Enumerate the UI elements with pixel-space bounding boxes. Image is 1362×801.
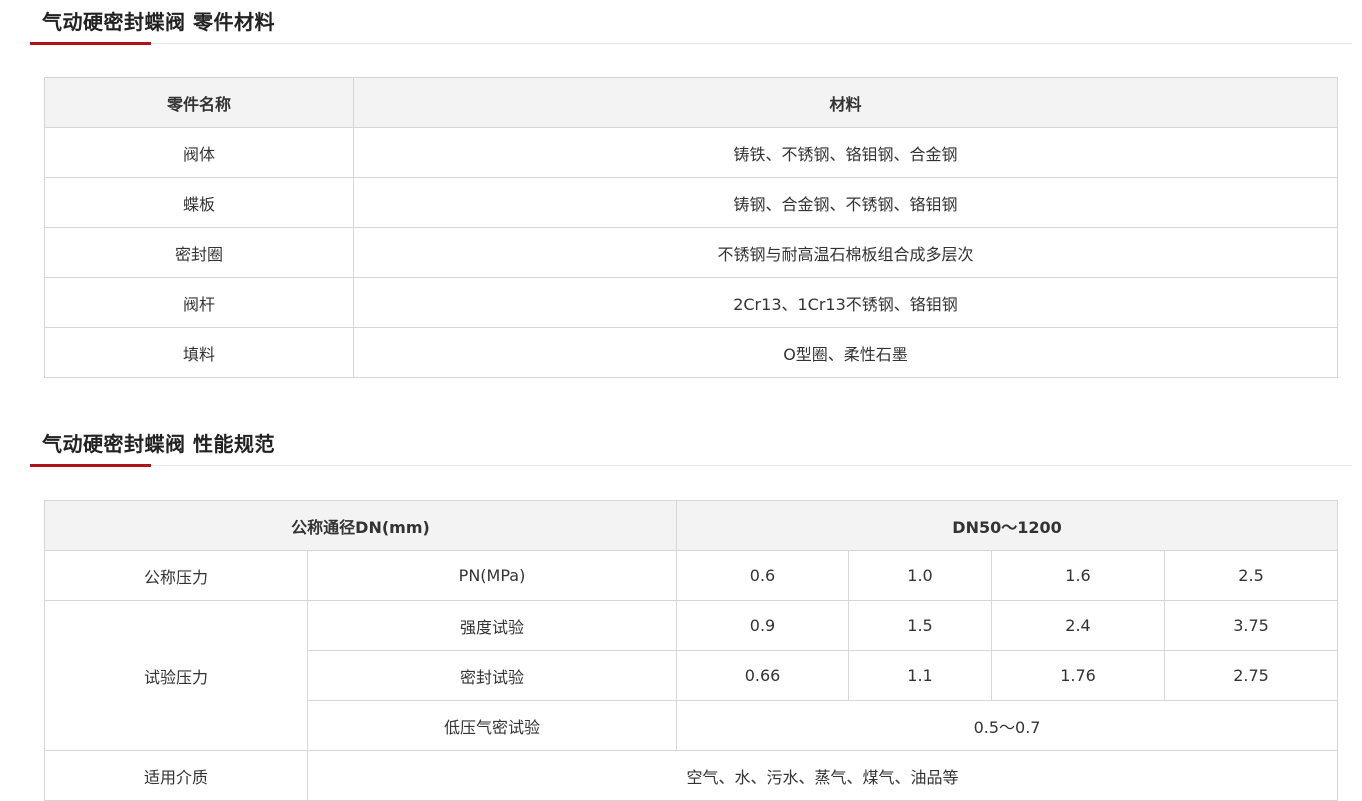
strength-value: 1.5 [848,600,992,651]
pn-value: 1.6 [991,550,1165,601]
medium-label: 适用介质 [44,750,308,801]
column-header-material: 材料 [353,77,1338,128]
section-title-performance: 气动硬密封蝶阀 性能规范 [42,432,275,456]
seal-value: 2.75 [1163,650,1339,701]
diameter-range-header: DN50～1200 [675,500,1339,551]
table-row: 公称压力 PN(MPa) 0.6 1.0 1.6 2.5 [44,550,1339,601]
table-row: 蝶板 铸钢、合金钢、不锈钢、铬钼钢 [44,177,1338,228]
strength-value: 0.9 [676,600,849,651]
part-name-cell: 蝶板 [44,177,354,228]
table-header-row: 零件名称 材料 [44,77,1338,128]
table-header-row: 公称通径DN(mm) DN50～1200 [44,500,1339,551]
low-pressure-value: 0.5～0.7 [675,700,1339,751]
table-row: 试验压力 强度试验 0.9 1.5 2.4 3.75 [44,600,1339,751]
table-row: 阀杆 2Cr13、1Cr13不锈钢、铬钼钢 [44,277,1338,328]
section-divider [30,465,1352,466]
table-row: 填料 O型圈、柔性石墨 [44,327,1338,378]
performance-table: 公称通径DN(mm) DN50～1200 公称压力 PN(MPa) 0.6 1.… [44,500,1339,801]
material-cell: O型圈、柔性石墨 [353,327,1338,378]
part-name-cell: 阀体 [44,127,354,178]
section-title-materials: 气动硬密封蝶阀 零件材料 [42,10,275,34]
pn-value: 0.6 [676,550,849,601]
materials-table: 零件名称 材料 阀体 铸铁、不锈钢、铬钼钢、合金钢 蝶板 铸钢、合金钢、不锈钢、… [44,77,1338,378]
section-accent-bar [30,464,151,467]
medium-value: 空气、水、污水、蒸气、煤气、油品等 [306,750,1339,801]
seal-test-label: 密封试验 [307,650,677,701]
part-name-cell: 密封圈 [44,227,354,278]
table-row: 密封圈 不锈钢与耐高温石棉板组合成多层次 [44,227,1338,278]
strength-value: 3.75 [1163,600,1339,651]
low-pressure-test-label: 低压气密试验 [307,700,677,751]
material-cell: 铸铁、不锈钢、铬钼钢、合金钢 [353,127,1338,178]
pn-label: PN(MPa) [307,550,677,601]
material-cell: 2Cr13、1Cr13不锈钢、铬钼钢 [353,277,1338,328]
nominal-diameter-header: 公称通径DN(mm) [44,500,677,551]
table-row: 适用介质 空气、水、污水、蒸气、煤气、油品等 [44,750,1339,801]
column-header-part: 零件名称 [44,77,354,128]
seal-value: 1.1 [848,650,992,701]
material-cell: 铸钢、合金钢、不锈钢、铬钼钢 [353,177,1338,228]
material-cell: 不锈钢与耐高温石棉板组合成多层次 [353,227,1338,278]
pn-value: 1.0 [848,550,992,601]
test-pressure-label: 试验压力 [44,600,308,751]
table-row: 阀体 铸铁、不锈钢、铬钼钢、合金钢 [44,127,1338,178]
part-name-cell: 填料 [44,327,354,378]
section-divider [30,43,1352,44]
strength-test-label: 强度试验 [307,600,677,651]
seal-value: 1.76 [991,650,1165,701]
nominal-pressure-label: 公称压力 [44,550,308,601]
seal-value: 0.66 [676,650,849,701]
strength-value: 2.4 [991,600,1165,651]
pn-value: 2.5 [1163,550,1339,601]
section-accent-bar [30,42,151,45]
part-name-cell: 阀杆 [44,277,354,328]
